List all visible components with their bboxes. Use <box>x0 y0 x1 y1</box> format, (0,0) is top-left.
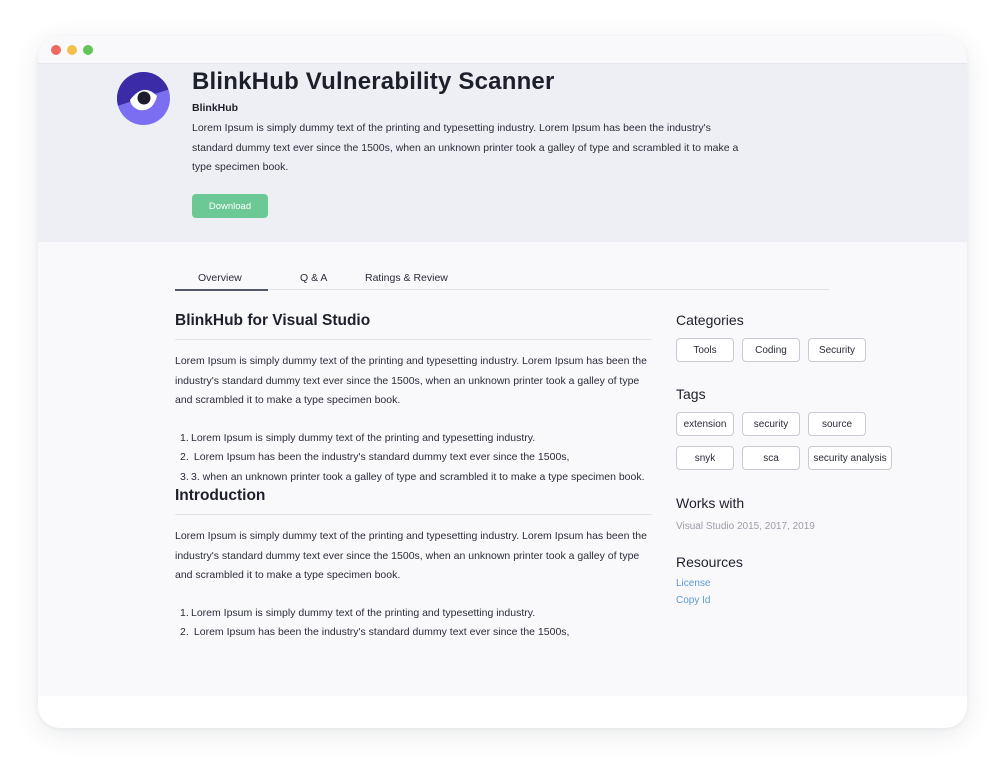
window-titlebar <box>38 36 967 64</box>
list-item: 1. Lorem Ipsum is simply dummy text of t… <box>180 431 536 444</box>
category-chip-coding[interactable]: Coding <box>742 338 800 362</box>
tab-ratings-review[interactable]: Ratings & Review <box>365 272 448 284</box>
resources-heading: Resources <box>676 554 743 570</box>
categories-heading: Categories <box>676 312 744 328</box>
extension-description: Lorem Ipsum is simply dummy text of the … <box>192 122 739 173</box>
works-with-text: Visual Studio 2015, 2017, 2019 <box>676 521 815 532</box>
close-window-button[interactable] <box>51 45 61 55</box>
tag-chip-source[interactable]: source <box>808 412 866 436</box>
tab-bar: Overview Q & A Ratings & Review <box>175 268 829 291</box>
tab-overview[interactable]: Overview <box>198 272 242 284</box>
maximize-window-button[interactable] <box>83 45 93 55</box>
list-item: 2. Lorem Ipsum has been the industry's s… <box>180 451 570 463</box>
tab-qa[interactable]: Q & A <box>300 272 327 284</box>
tag-chip-security-analysis[interactable]: security analysis <box>808 446 892 470</box>
section-heading: BlinkHub for Visual Studio <box>175 312 652 340</box>
tag-chip-snyk[interactable]: snyk <box>676 446 734 470</box>
category-chip-security[interactable]: Security <box>808 338 866 362</box>
tag-chip-extension[interactable]: extension <box>676 412 734 436</box>
copy-id-link[interactable]: Copy Id <box>676 592 916 609</box>
minimize-window-button[interactable] <box>67 45 77 55</box>
category-chips: Tools Coding Security <box>676 338 916 362</box>
tag-chip-security[interactable]: security <box>742 412 800 436</box>
tag-chips: extension security source snyk sca secur… <box>676 412 916 470</box>
list-item: 1. Lorem Ipsum is simply dummy text of t… <box>180 606 536 619</box>
introduction-heading: Introduction <box>175 487 652 515</box>
section-paragraph: Lorem Ipsum is simply dummy text of the … <box>175 355 647 406</box>
browser-window: BlinkHub Vulnerability Scanner BlinkHub … <box>38 36 967 728</box>
publisher-name: BlinkHub <box>192 102 239 114</box>
tag-chip-sca[interactable]: sca <box>742 446 800 470</box>
eye-logo-icon <box>117 72 170 125</box>
numbered-list: 1. Lorem Ipsum is simply dummy text of t… <box>175 429 652 488</box>
extension-header: BlinkHub Vulnerability Scanner BlinkHub … <box>38 64 967 242</box>
download-button[interactable]: Download <box>192 194 268 218</box>
list-item: 2. Lorem Ipsum has been the industry's s… <box>180 626 570 638</box>
details-panel: Overview Q & A Ratings & Review BlinkHub… <box>38 242 967 696</box>
introduction-paragraph: Lorem Ipsum is simply dummy text of the … <box>175 530 647 581</box>
license-link[interactable]: License <box>676 575 916 592</box>
category-chip-tools[interactable]: Tools <box>676 338 734 362</box>
tags-heading: Tags <box>676 386 706 402</box>
overview-content: BlinkHub for Visual Studio Lorem Ipsum i… <box>175 312 652 643</box>
list-item: 3. 3. when an unknown printer took a gal… <box>180 470 645 483</box>
resource-links: License Copy Id <box>676 575 916 609</box>
works-with-heading: Works with <box>676 495 745 511</box>
extension-title: BlinkHub Vulnerability Scanner <box>192 68 555 95</box>
active-tab-indicator <box>175 289 268 291</box>
numbered-list: 1. Lorem Ipsum is simply dummy text of t… <box>175 604 652 643</box>
sidebar: Categories Tools Coding Security Tags ex… <box>676 312 916 609</box>
